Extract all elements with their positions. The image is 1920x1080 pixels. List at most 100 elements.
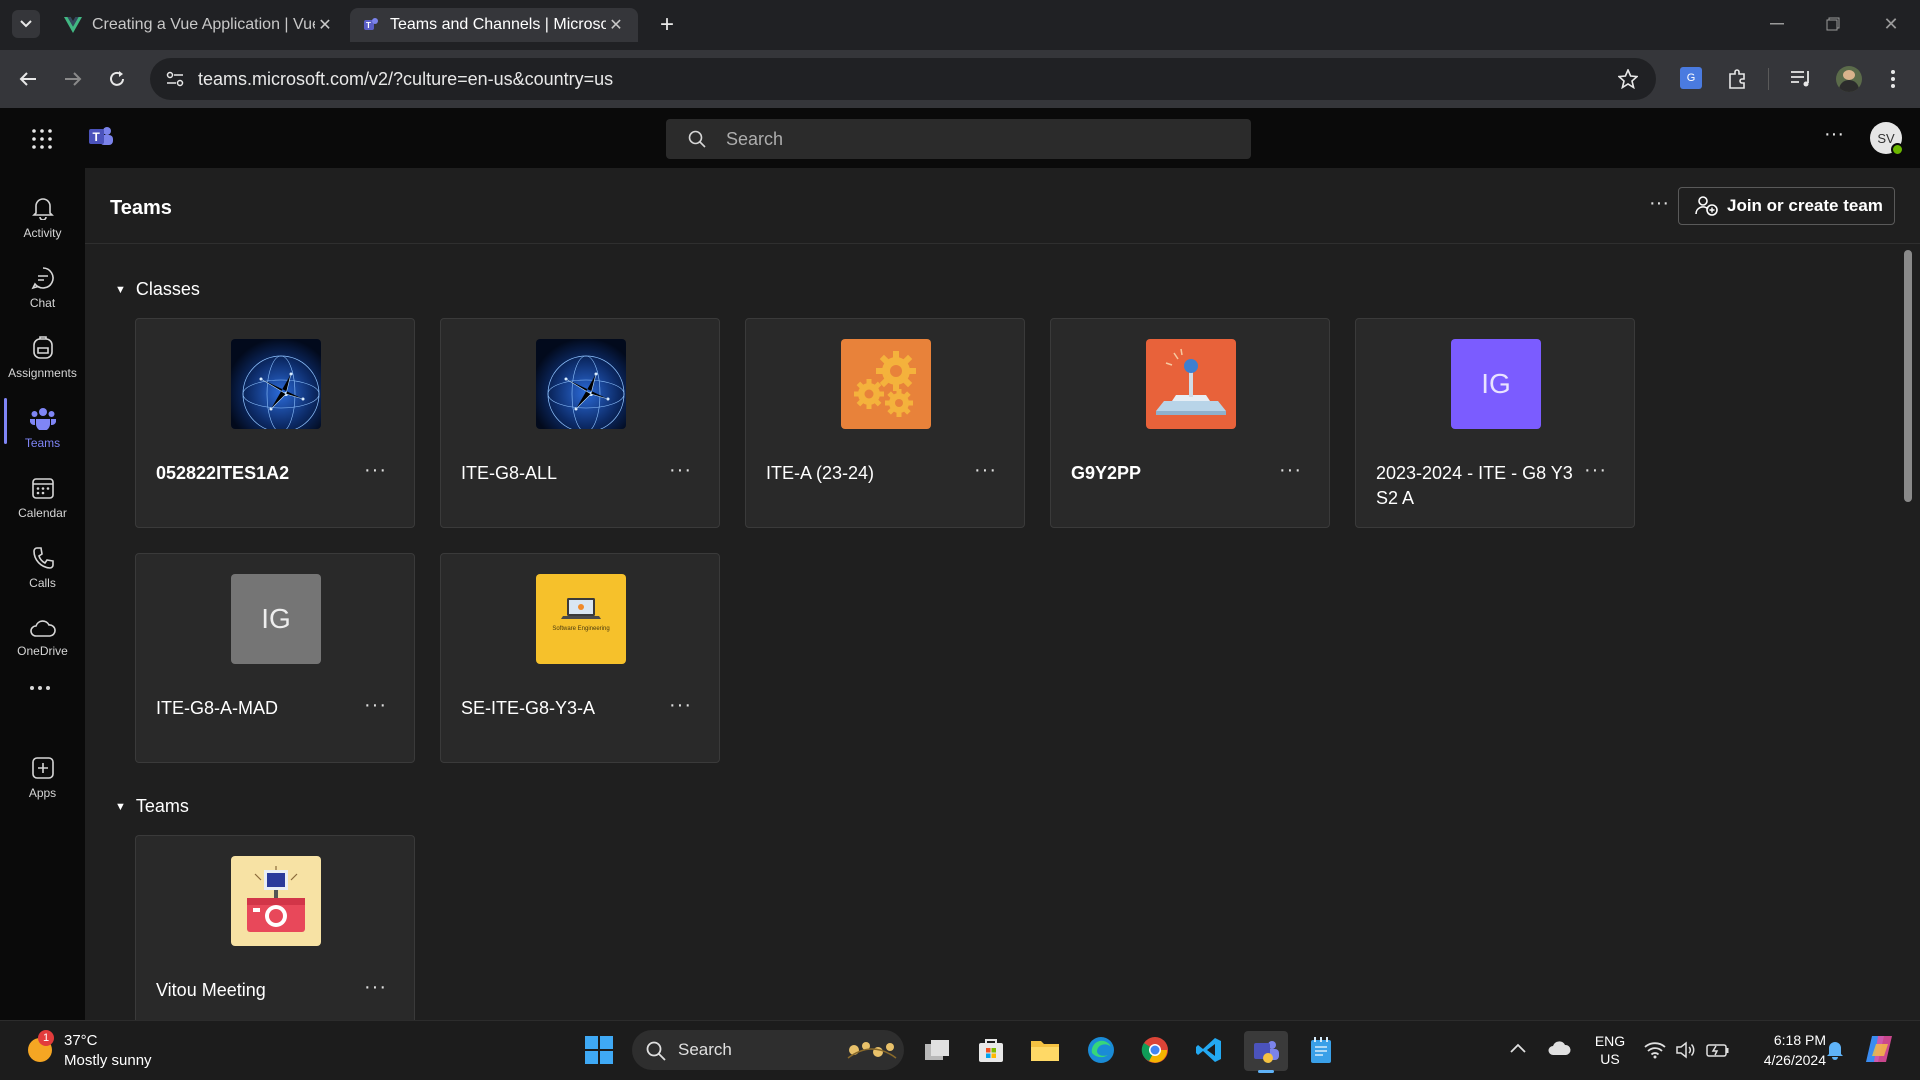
bell-icon (1827, 1042, 1843, 1060)
task-view-button[interactable] (918, 1031, 956, 1069)
region-label: US (1600, 1051, 1620, 1067)
tab-search-dropdown[interactable] (12, 10, 40, 38)
vscode-button[interactable] (1190, 1031, 1228, 1069)
address-bar[interactable]: teams.microsoft.com/v2/?culture=en-us&co… (150, 58, 1656, 100)
show-hidden-icons-button[interactable] (1510, 1040, 1532, 1060)
team-more-options-button[interactable]: ··· (1279, 459, 1302, 482)
close-tab-icon[interactable]: ✕ (606, 15, 626, 35)
team-card[interactable]: Vitou Meeting ··· (135, 835, 415, 1020)
rail-label: OneDrive (17, 644, 68, 658)
team-card[interactable]: G9Y2PP ··· (1050, 318, 1330, 528)
rail-item-assignments[interactable]: Assignments (0, 320, 85, 380)
team-name: 2023-2024 - ITE - G8 Y3 S2 A (1376, 463, 1573, 508)
forward-button[interactable] (58, 64, 88, 94)
extensions-puzzle-icon[interactable] (1726, 68, 1748, 90)
team-more-options-button[interactable]: ··· (1584, 459, 1607, 482)
start-button[interactable] (580, 1031, 618, 1069)
cloud-icon (1548, 1041, 1571, 1055)
copilot-button[interactable] (1864, 1034, 1896, 1069)
join-or-create-team-button[interactable]: Join or create team (1678, 187, 1895, 225)
rail-item-apps[interactable]: Apps (0, 740, 85, 800)
browser-tab-teams[interactable]: T Teams and Channels | Microsoft ✕ (350, 8, 638, 42)
edge-browser-button[interactable] (1082, 1031, 1120, 1069)
back-button[interactable] (13, 64, 43, 94)
teams-people-icon (29, 408, 56, 430)
site-info-icon[interactable] (166, 71, 184, 87)
section-header-classes[interactable]: ▼ Classes (115, 279, 200, 300)
bookmark-star-icon[interactable] (1618, 69, 1638, 89)
reload-button[interactable] (102, 64, 132, 94)
minimize-window-button[interactable] (1762, 12, 1792, 36)
team-thumbnail-globe (231, 339, 321, 429)
active-app-indicator (1258, 1070, 1274, 1073)
vertical-scrollbar[interactable] (1904, 250, 1912, 502)
team-card[interactable]: Software Engineering SE-ITE-G8-Y3-A ··· (440, 553, 720, 763)
search-icon (646, 1041, 666, 1061)
more-options-button[interactable]: ··· (1822, 124, 1846, 150)
file-explorer-button[interactable] (1026, 1031, 1064, 1069)
translate-extension-icon[interactable]: G (1680, 67, 1702, 89)
team-name: ITE-A (23-24) (766, 463, 875, 483)
chat-icon (30, 267, 54, 290)
battery-charging-icon (1706, 1044, 1729, 1057)
browser-menu-button[interactable] (1886, 64, 1900, 94)
teams-taskbar-button[interactable] (1244, 1031, 1288, 1071)
team-more-options-button[interactable]: ··· (974, 459, 997, 482)
restore-window-button[interactable] (1818, 12, 1848, 36)
browser-tab-vue[interactable]: Creating a Vue Application | Vue ✕ (52, 8, 347, 42)
tab-title: Creating a Vue Application | Vue (92, 16, 315, 33)
onedrive-tray-button[interactable] (1548, 1040, 1572, 1061)
team-name: 052822ITES1A2 (156, 463, 290, 483)
team-card[interactable]: 052822ITES1A2 ··· (135, 318, 415, 528)
reload-icon (110, 71, 124, 86)
media-control-icon[interactable] (1790, 69, 1812, 89)
taskbar-search-box[interactable]: Search (632, 1030, 904, 1070)
rail-label: Chat (29, 296, 56, 310)
close-window-button[interactable]: ✕ (1876, 12, 1906, 36)
section-header-teams[interactable]: ▼ Teams (115, 796, 189, 817)
rail-item-activity[interactable]: Activity (0, 180, 85, 240)
teams-logo-icon (1254, 1041, 1279, 1063)
chrome-browser-button[interactable] (1136, 1031, 1174, 1069)
microsoft-store-button[interactable] (972, 1031, 1010, 1069)
search-input[interactable]: Search (666, 119, 1251, 159)
team-card[interactable]: ITE-A (23-24) ··· (745, 318, 1025, 528)
edge-icon (1088, 1037, 1114, 1063)
rail-item-chat[interactable]: Chat (0, 250, 85, 310)
team-more-options-button[interactable]: ··· (364, 459, 387, 482)
rail-item-calendar[interactable]: Calendar (0, 460, 85, 520)
team-more-options-button[interactable]: ··· (669, 459, 692, 482)
user-avatar[interactable]: SV (1870, 122, 1904, 156)
minimize-icon (1770, 23, 1784, 25)
team-more-options-button[interactable]: ··· (364, 976, 387, 999)
team-card[interactable]: ITE-G8-ALL ··· (440, 318, 720, 528)
wifi-icon (1644, 1042, 1666, 1059)
team-card[interactable]: IG ITE-G8-A-MAD ··· (135, 553, 415, 763)
close-tab-icon[interactable]: ✕ (315, 15, 335, 35)
header-more-options-button[interactable]: ··· (1645, 193, 1673, 216)
app-launcher-icon[interactable] (32, 129, 52, 149)
arrow-right-icon (65, 72, 82, 86)
taskbar-search-label: Search (678, 1040, 732, 1059)
chevron-down-icon (20, 20, 32, 28)
notifications-button[interactable] (1826, 1040, 1844, 1065)
weather-widget[interactable]: 1 37°C Mostly sunny (24, 1030, 174, 1072)
language-indicator[interactable]: ENG US (1592, 1032, 1628, 1068)
rail-item-onedrive[interactable]: OneDrive (0, 598, 85, 658)
main-header: Teams ··· Join or create team (85, 168, 1920, 244)
toolbar-divider (1768, 68, 1769, 90)
clock[interactable]: 6:18 PM 4/26/2024 (1740, 1030, 1826, 1070)
network-volume-battery-button[interactable] (1644, 1038, 1730, 1062)
team-thumbnail-gears (841, 339, 931, 429)
notepad-button[interactable] (1302, 1031, 1340, 1069)
join-button-label: Join or create team (1727, 196, 1883, 215)
more-apps-button[interactable] (30, 680, 56, 696)
rail-item-teams[interactable]: Teams (0, 390, 85, 450)
team-more-options-button[interactable]: ··· (669, 694, 692, 717)
team-card[interactable]: IG 2023-2024 - ITE - G8 Y3 S2 A ··· (1355, 318, 1635, 528)
profile-avatar[interactable] (1836, 66, 1862, 92)
team-more-options-button[interactable]: ··· (364, 694, 387, 717)
rail-item-calls[interactable]: Calls (0, 530, 85, 590)
rail-label: Apps (28, 786, 57, 800)
new-tab-button[interactable]: + (652, 10, 682, 40)
